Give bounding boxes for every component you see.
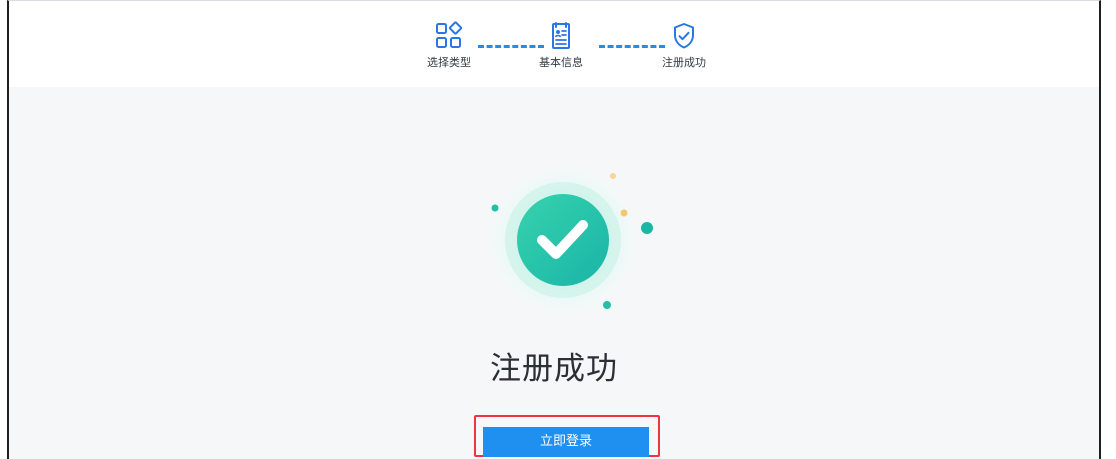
id-card-icon [552, 22, 570, 49]
step-label-basic-info: 基本信息 [539, 56, 583, 69]
registration-success-panel: 注册成功 立即登录 [9, 87, 1099, 459]
registration-stepper: 选择类型 基本信息 注册成功 [9, 1, 1099, 88]
shield-check-icon [674, 23, 694, 49]
success-title: 注册成功 [490, 351, 618, 387]
login-button[interactable]: 立即登录 [483, 427, 649, 457]
step-basic-info: 基本信息 [523, 21, 599, 70]
apps-grid-icon [436, 21, 463, 48]
step-registration-success: 注册成功 [646, 21, 722, 70]
step-select-type: 选择类型 [411, 21, 487, 70]
registration-page: 选择类型 基本信息 注册成功 注册成功 立即登录 [7, 0, 1101, 459]
check-circle-icon [489, 166, 653, 314]
step-label-select-type: 选择类型 [427, 56, 471, 69]
step-label-registration-success: 注册成功 [662, 56, 706, 69]
